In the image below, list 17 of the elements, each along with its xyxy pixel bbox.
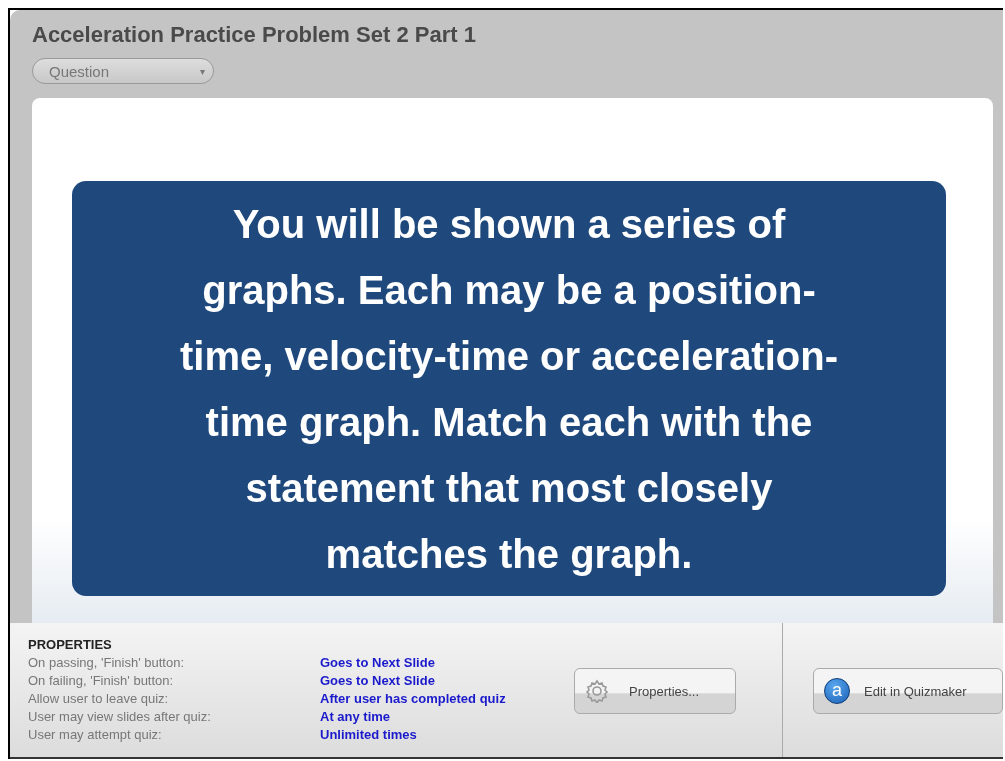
property-label: User may view slides after quiz:: [28, 708, 212, 726]
property-label: On passing, 'Finish' button:: [28, 654, 185, 672]
property-value: Goes to Next Slide: [320, 654, 436, 672]
properties-button[interactable]: Properties...: [574, 668, 736, 714]
property-label: User may attempt quiz:: [28, 726, 163, 744]
quizmaker-logo-icon: a: [824, 678, 850, 704]
property-value: Unlimited times: [320, 726, 418, 744]
slide-text: You will be shown a series of graphs. Each may be a position- time, velocity-time or acceleration- time graph. Match each with the statement that most closely matches the graph.: [180, 200, 838, 578]
property-value: Goes to Next Slide: [320, 672, 436, 690]
property-value: At any time: [320, 708, 392, 726]
property-label: Allow user to leave quiz:: [28, 690, 170, 708]
property-value: After user has completed quiz: [320, 690, 507, 708]
edit-in-quizmaker-button[interactable]: a Edit in Quizmaker: [813, 668, 1003, 714]
gear-icon: [585, 679, 609, 703]
properties-heading: PROPERTIES: [28, 637, 113, 652]
window-title: Acceleration Practice Problem Set 2 Part 1: [32, 22, 477, 48]
property-label: On failing, 'Finish' button:: [28, 672, 175, 690]
